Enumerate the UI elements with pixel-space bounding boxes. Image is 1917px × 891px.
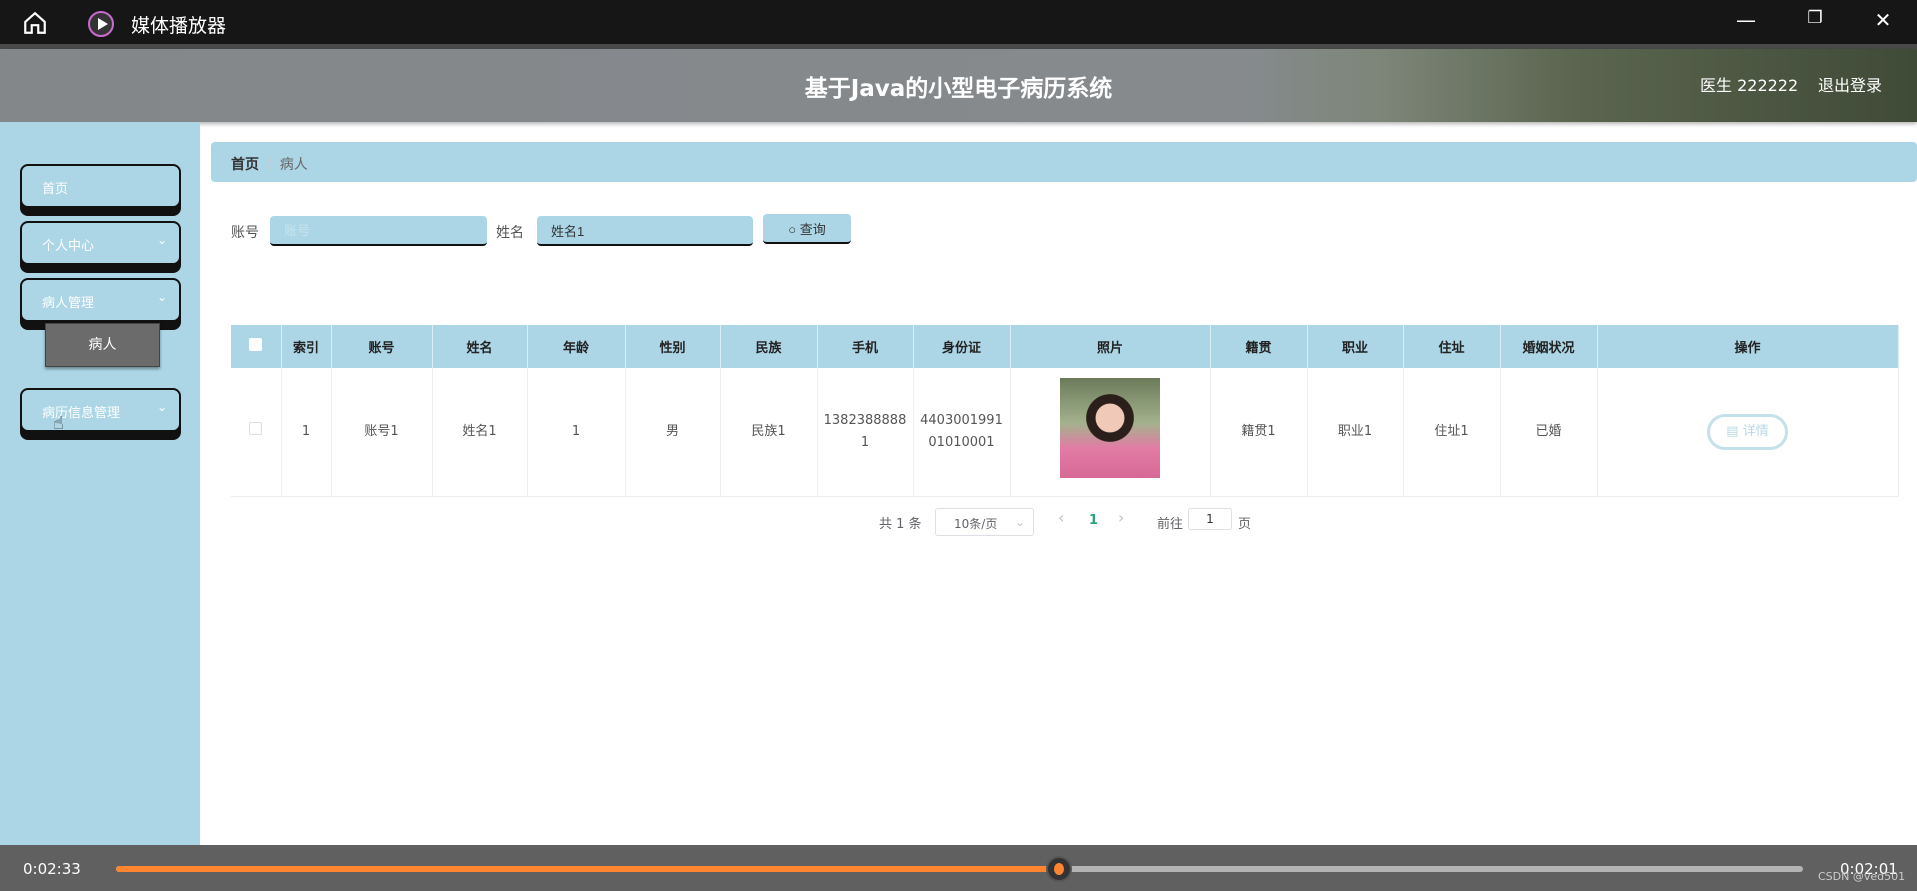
app-title: 媒体播放器 bbox=[131, 15, 227, 37]
document-icon: ▤ bbox=[1726, 423, 1743, 439]
chevron-down-icon: ⌄ bbox=[156, 400, 167, 414]
sidebar-item-personal-center[interactable]: 个人中心 ⌄ bbox=[20, 221, 181, 265]
sidebar-item-medical-record-management[interactable]: 病历信息管理 ⌄ bbox=[20, 388, 181, 432]
page-suffix: 页 bbox=[1238, 517, 1252, 532]
cell-account: 账号1 bbox=[331, 368, 433, 497]
watermark: CSDN @ved501 bbox=[1818, 870, 1906, 883]
system-title: 基于Java的小型电子病历系统 bbox=[804, 76, 1113, 102]
hand-cursor-icon: ☝ bbox=[53, 413, 64, 434]
chevron-down-icon: ⌄ bbox=[156, 233, 167, 247]
cell-job: 职业1 bbox=[1307, 368, 1404, 497]
column-header: 索引 bbox=[281, 325, 332, 368]
home-icon[interactable] bbox=[22, 10, 48, 36]
sidebar-item-label: 个人中心 bbox=[42, 239, 95, 254]
page-size-value: 10条/页 bbox=[954, 517, 998, 531]
column-header: 职业 bbox=[1307, 325, 1404, 368]
chevron-down-icon: ⌄ bbox=[156, 290, 167, 304]
app-header: 基于Java的小型电子病历系统 医生 222222 退出登录 bbox=[0, 49, 1917, 122]
pagination-total: 共 1 条 bbox=[879, 517, 922, 532]
sidebar-item-home[interactable]: 首页 bbox=[20, 164, 181, 208]
window-titlebar: 媒体播放器 — ❐ ✕ bbox=[0, 0, 1917, 49]
search-button[interactable]: ○ 查询 bbox=[763, 214, 851, 244]
detail-button[interactable]: ▤ 详情 bbox=[1707, 413, 1788, 450]
minimize-button[interactable]: — bbox=[1731, 8, 1761, 32]
cell-photo bbox=[1010, 368, 1211, 497]
column-header: 身份证 bbox=[913, 325, 1011, 368]
column-header: 住址 bbox=[1403, 325, 1501, 368]
column-header: 性别 bbox=[625, 325, 721, 368]
cell-address: 住址1 bbox=[1403, 368, 1501, 497]
cell-actions: ▤ 详情 bbox=[1597, 368, 1899, 497]
breadcrumb-current: 病人 bbox=[279, 157, 308, 173]
cell-phone: 13823888881 bbox=[817, 368, 914, 497]
restore-button[interactable]: ❐ bbox=[1800, 8, 1830, 28]
breadcrumb-home[interactable]: 首页 bbox=[231, 157, 259, 173]
name-label: 姓名 bbox=[496, 225, 524, 241]
cell-age: 1 bbox=[527, 368, 626, 497]
close-button[interactable]: ✕ bbox=[1868, 8, 1898, 32]
cell-id-card: 440300199101010001 bbox=[913, 368, 1011, 497]
goto-label: 前往 bbox=[1157, 517, 1184, 532]
column-header: 婚姻状况 bbox=[1500, 325, 1598, 368]
account-label: 账号 bbox=[231, 225, 259, 241]
seek-thumb[interactable] bbox=[1046, 856, 1073, 882]
breadcrumb: 首页 / 病人 bbox=[211, 142, 1917, 182]
column-header: 手机 bbox=[817, 325, 914, 368]
cell-marital: 已婚 bbox=[1500, 368, 1598, 497]
row-checkbox[interactable] bbox=[231, 368, 282, 497]
sidebar-item-label: 首页 bbox=[42, 182, 69, 197]
cell-hometown: 籍贯1 bbox=[1210, 368, 1308, 497]
page-size-select[interactable]: 10条/页 ⌄ bbox=[935, 508, 1034, 536]
elapsed-time: 0:02:33 bbox=[23, 860, 81, 878]
current-user: 医生 222222 bbox=[1700, 76, 1799, 95]
patient-photo[interactable] bbox=[1060, 377, 1160, 478]
detail-button-label: 详情 bbox=[1742, 423, 1769, 439]
table-header-row: 索引 账号 姓名 年龄 性别 民族 手机 身份证 照片 籍贯 职业 住址 婚姻状… bbox=[231, 325, 1899, 368]
sidebar-subitem-patient[interactable]: 病人 bbox=[45, 323, 160, 367]
chevron-down-icon: ⌄ bbox=[1014, 515, 1025, 529]
column-header: 操作 bbox=[1597, 325, 1899, 368]
cell-name: 姓名1 bbox=[432, 368, 528, 497]
cell-gender: 男 bbox=[625, 368, 721, 497]
select-all-checkbox[interactable] bbox=[231, 325, 282, 368]
table-row: 1 账号1 姓名1 1 男 民族1 13823888881 4403001991… bbox=[231, 368, 1899, 497]
goto-page-input[interactable]: 1 bbox=[1188, 508, 1232, 530]
breadcrumb-separator: / bbox=[267, 157, 272, 173]
patient-table: 索引 账号 姓名 年龄 性别 民族 手机 身份证 照片 籍贯 职业 住址 婚姻状… bbox=[231, 325, 1899, 497]
page-number-1[interactable]: 1 bbox=[1089, 513, 1098, 528]
column-header: 照片 bbox=[1010, 325, 1211, 368]
sidebar-item-patient-management[interactable]: 病人管理 ⌄ bbox=[20, 278, 181, 322]
account-input[interactable] bbox=[270, 216, 487, 246]
cell-index: 1 bbox=[281, 368, 332, 497]
cell-ethnicity: 民族1 bbox=[720, 368, 818, 497]
sidebar-item-label: 病人管理 bbox=[42, 296, 95, 311]
search-icon: ○ bbox=[788, 221, 800, 237]
column-header: 年龄 bbox=[527, 325, 626, 368]
column-header: 籍贯 bbox=[1210, 325, 1308, 368]
name-input[interactable] bbox=[537, 216, 753, 246]
column-header: 账号 bbox=[331, 325, 433, 368]
seek-bar[interactable] bbox=[116, 856, 1803, 882]
media-player-logo-icon bbox=[88, 11, 114, 37]
next-page-button[interactable]: › bbox=[1118, 508, 1124, 527]
column-header: 姓名 bbox=[432, 325, 528, 368]
prev-page-button[interactable]: ‹ bbox=[1058, 508, 1064, 527]
search-button-label: 查询 bbox=[799, 221, 826, 237]
logout-link[interactable]: 退出登录 bbox=[1818, 72, 1882, 96]
column-header: 民族 bbox=[720, 325, 818, 368]
seek-progress bbox=[116, 866, 1060, 872]
